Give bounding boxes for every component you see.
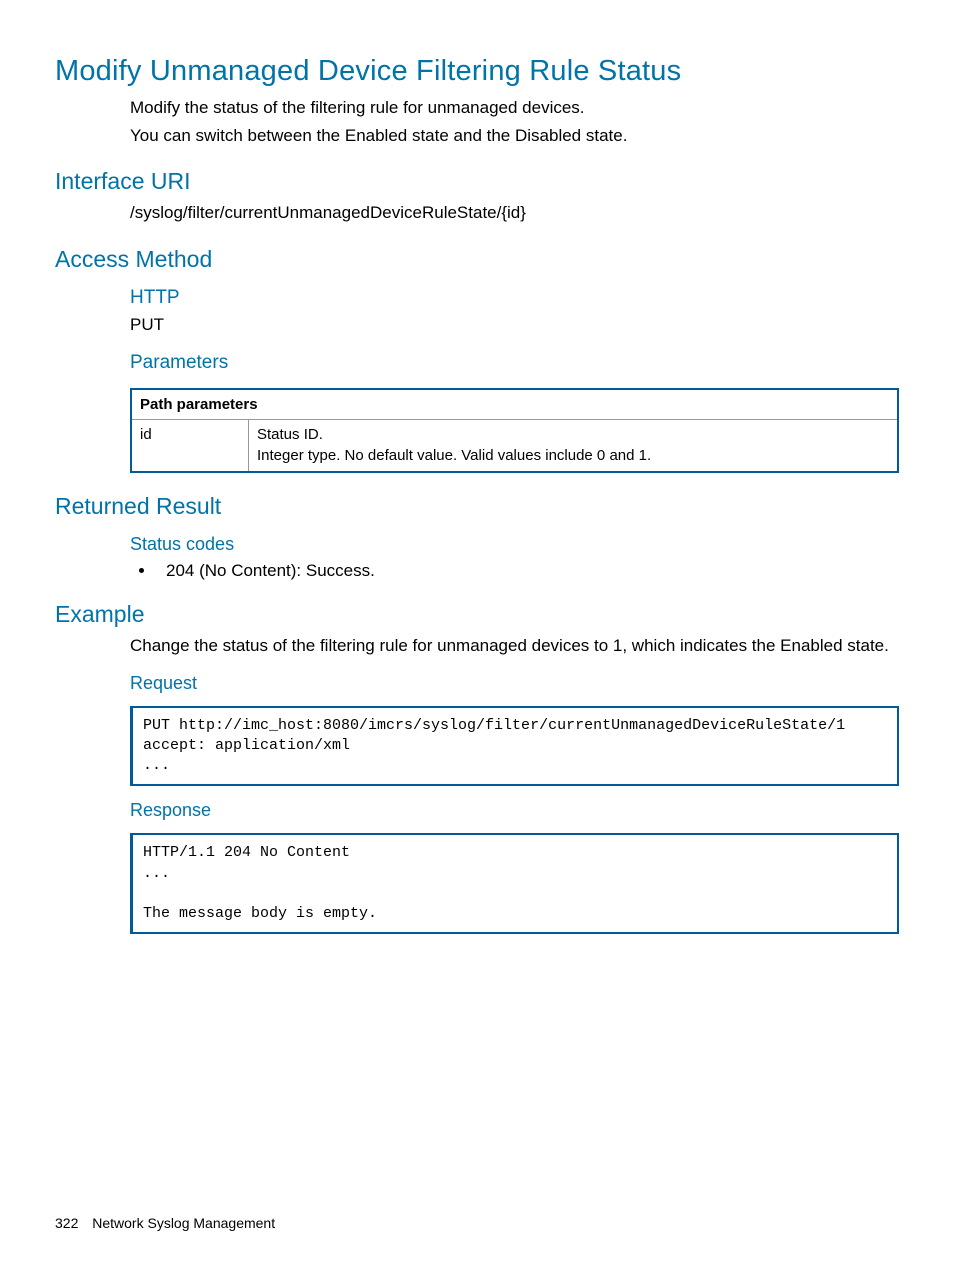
- intro-block: Modify the status of the filtering rule …: [130, 96, 899, 148]
- page-footer: 322 Network Syslog Management: [55, 1215, 275, 1231]
- example-block: Change the status of the filtering rule …: [130, 634, 899, 934]
- heading-parameters: Parameters: [130, 352, 899, 374]
- intro-line-1: Modify the status of the filtering rule …: [130, 96, 899, 121]
- heading-response: Response: [130, 800, 899, 821]
- table-row: id Status ID. Integer type. No default v…: [131, 419, 898, 472]
- page-number: 322: [55, 1215, 78, 1231]
- heading-access-method: Access Method: [55, 246, 899, 273]
- footer-section: Network Syslog Management: [92, 1215, 275, 1231]
- access-method-block: HTTP PUT Parameters Path parameters id S…: [130, 287, 899, 473]
- http-method-value: PUT: [130, 313, 899, 338]
- param-desc-line-1: Status ID.: [257, 426, 323, 443]
- status-codes-list: 204 (No Content): Success.: [130, 561, 899, 581]
- heading-request: Request: [130, 673, 899, 694]
- param-desc: Status ID. Integer type. No default valu…: [249, 419, 899, 472]
- heading-interface-uri: Interface URI: [55, 168, 899, 195]
- heading-http: HTTP: [130, 287, 899, 309]
- heading-status-codes: Status codes: [130, 534, 899, 555]
- table-header-row: Path parameters: [131, 389, 898, 420]
- path-parameters-table: Path parameters id Status ID. Integer ty…: [130, 388, 899, 474]
- param-desc-line-2: Integer type. No default value. Valid va…: [257, 447, 651, 464]
- interface-uri-block: /syslog/filter/currentUnmanagedDeviceRul…: [130, 201, 899, 226]
- request-code: PUT http://imc_host:8080/imcrs/syslog/fi…: [130, 706, 899, 787]
- response-code: HTTP/1.1 204 No Content ... The message …: [130, 833, 899, 934]
- heading-returned-result: Returned Result: [55, 493, 899, 520]
- returned-result-block: Status codes 204 (No Content): Success.: [130, 534, 899, 581]
- status-code-item: 204 (No Content): Success.: [156, 561, 899, 581]
- intro-line-2: You can switch between the Enabled state…: [130, 124, 899, 149]
- param-key: id: [131, 419, 249, 472]
- example-desc: Change the status of the filtering rule …: [130, 634, 899, 659]
- heading-example: Example: [55, 601, 899, 628]
- interface-uri-value: /syslog/filter/currentUnmanagedDeviceRul…: [130, 201, 899, 226]
- page-title: Modify Unmanaged Device Filtering Rule S…: [55, 55, 899, 88]
- table-header-cell: Path parameters: [131, 389, 898, 420]
